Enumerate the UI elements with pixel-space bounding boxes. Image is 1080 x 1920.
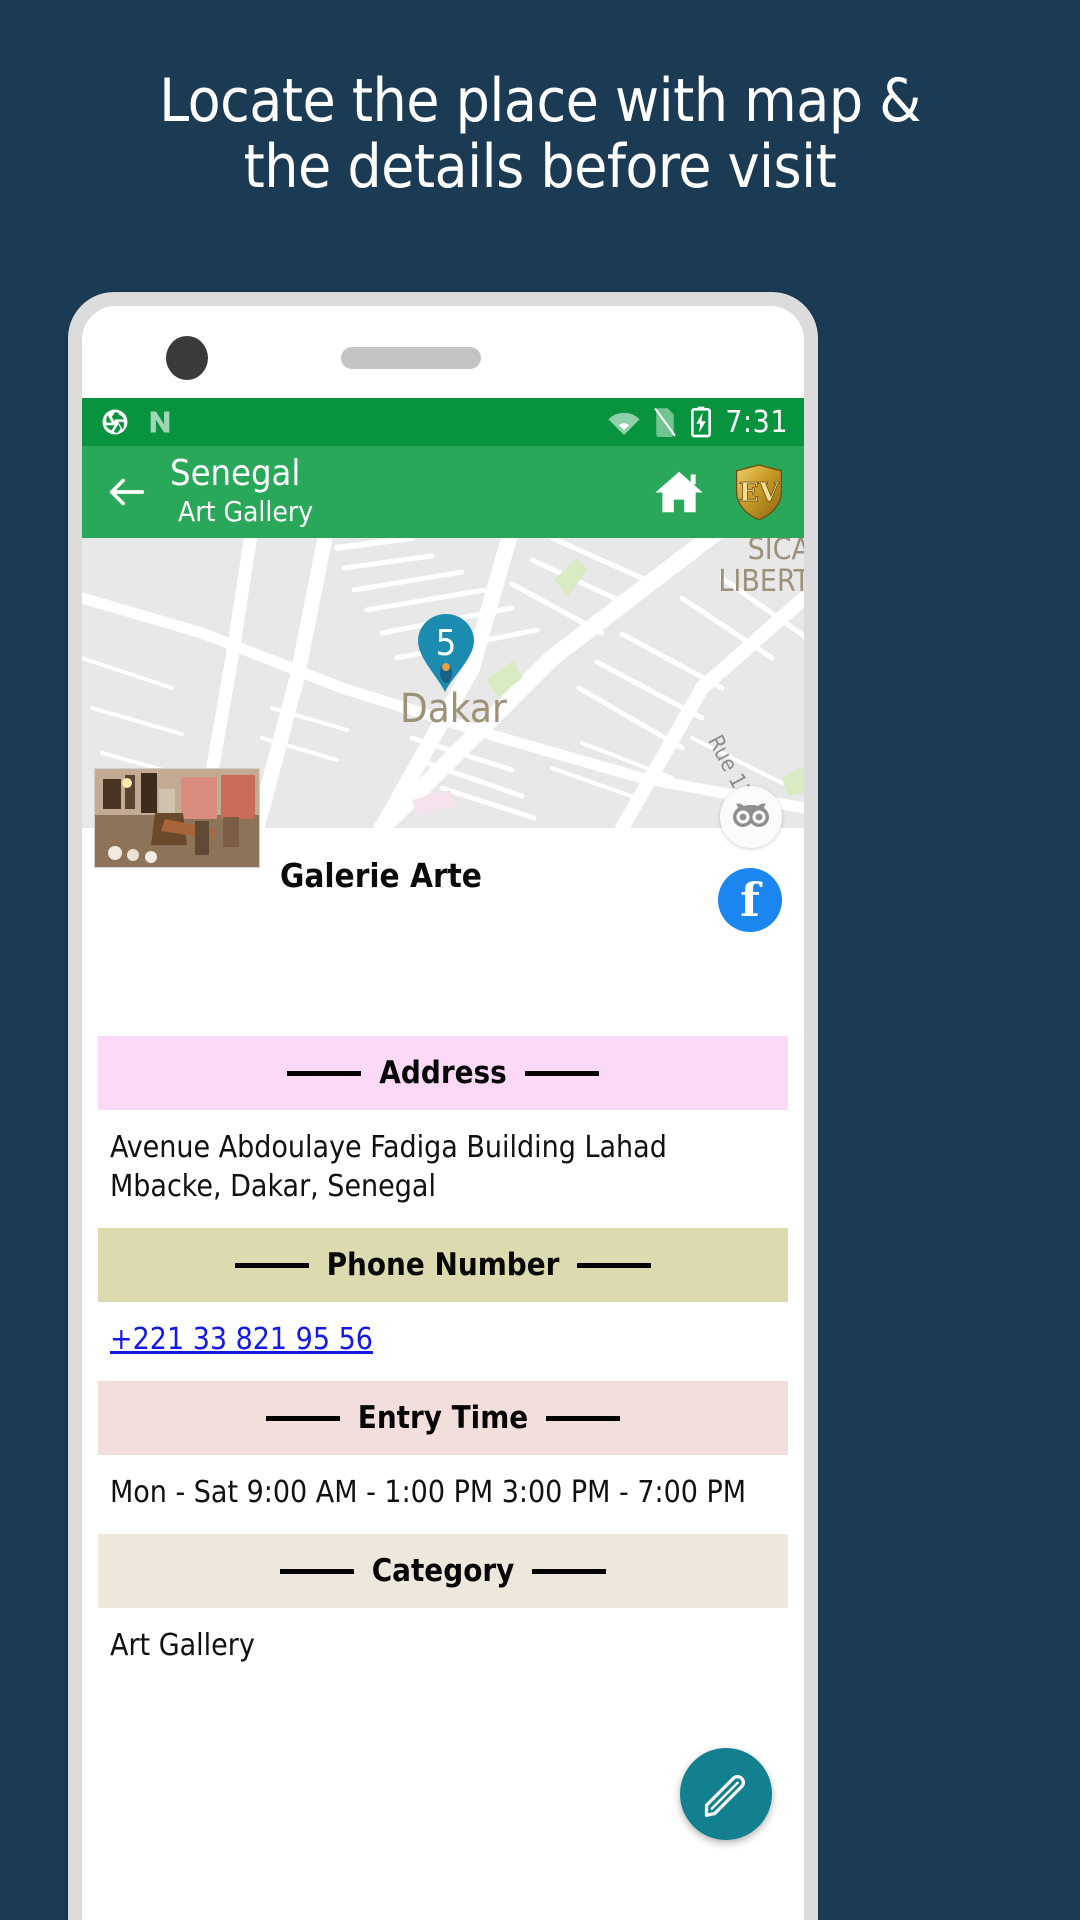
place-name: Galerie Arte [280,856,482,895]
section-title-category: Category [371,1553,515,1589]
edit-pencil-icon [704,1775,745,1817]
rule-left [234,1262,309,1268]
map-area-label-main: LIBERT [718,563,804,599]
app-bar: Senegal Art Gallery EV [82,446,804,538]
rule-right [524,1070,599,1076]
place-thumbnail[interactable] [94,768,260,868]
section-title-entry-time: Entry Time [357,1400,529,1436]
back-arrow-icon[interactable] [104,469,150,515]
rule-right [532,1568,607,1574]
place-header-row: Galerie Arte f [82,768,804,976]
section-header-entry-time: Entry Time [98,1381,788,1455]
sim-off-icon [654,407,677,437]
headline-line-1: Locate the place with map & [159,66,921,136]
section-title-address: Address [379,1055,507,1091]
section-header-phone: Phone Number [98,1228,788,1302]
section-value-category: Art Gallery [110,1628,255,1663]
phone-screen: 7:31 Senegal Art Gallery EV SICA LIBERT … [82,306,804,1920]
section-value-phone[interactable]: +221 33 821 95 56 [82,1302,804,1381]
nfc-n-icon [150,411,170,433]
app-bar-actions: EV [650,463,786,521]
facebook-glyph: f [740,873,760,927]
edit-fab-button[interactable] [680,1748,772,1840]
front-camera-icon [166,336,208,380]
map-marker-pin[interactable]: 5 [415,613,477,693]
status-bar: 7:31 [82,398,804,446]
section-header-category: Category [98,1534,788,1608]
rule-right [546,1415,621,1421]
detail-sections: Address Avenue Abdoulaye Fadiga Building… [82,976,804,1687]
map-area-label-top: SICA [747,538,804,567]
ev-logo-text: EV [739,477,780,508]
section-header-address: Address [98,1036,788,1110]
phone-mockup: 7:31 Senegal Art Gallery EV SICA LIBERT … [68,292,818,1920]
section-title-phone: Phone Number [326,1247,560,1283]
map-area-label: SICA LIBERT [718,538,804,597]
page-subtitle: Art Gallery [178,495,314,529]
app-bar-titles: Senegal Art Gallery [170,455,313,528]
section-value-address: Avenue Abdoulaye Fadiga Building Lahad M… [110,1130,667,1204]
gallery-photo-image [95,769,259,867]
earpiece-speaker [341,347,481,369]
map-pin-count: 5 [435,623,457,664]
tripadvisor-owl-icon [733,803,769,827]
status-bar-right-icons: 7:31 [608,405,788,440]
wifi-icon [608,412,640,435]
section-value-entry-time: Mon - Sat 9:00 AM - 1:00 PM 3:00 PM - 7:… [110,1475,747,1510]
tripadvisor-review-button[interactable] [720,786,782,848]
promo-headline: Locate the place with map & the details … [0,68,1080,200]
battery-charging-icon [691,406,712,438]
headline-line-2: the details before visit [243,132,837,202]
status-bar-time: 7:31 [725,404,788,440]
phone-bezel-top [82,306,804,398]
rule-left [279,1568,354,1574]
status-bar-left-icons [100,407,174,437]
camera-aperture-icon [102,409,128,435]
home-icon[interactable] [650,465,708,519]
page-title: Senegal [170,453,301,495]
facebook-button[interactable]: f [718,868,782,932]
ev-shield-logo-icon[interactable]: EV [732,463,786,521]
rule-left [287,1070,362,1076]
rule-left [265,1415,340,1421]
rule-right [577,1262,652,1268]
